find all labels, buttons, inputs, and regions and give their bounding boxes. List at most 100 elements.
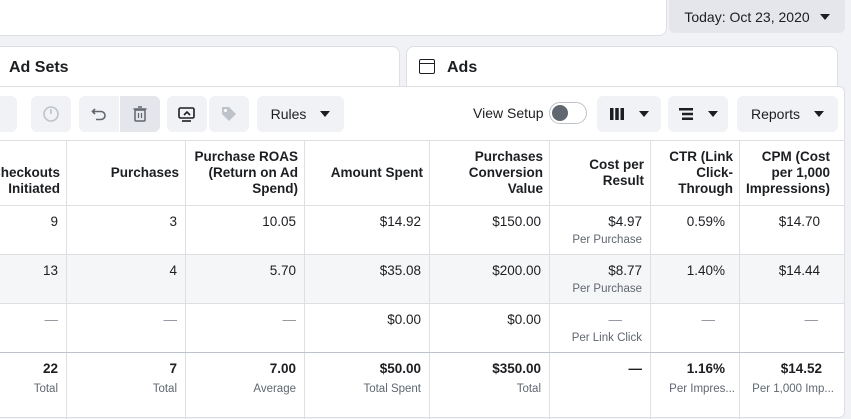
columns-button[interactable] xyxy=(597,96,661,132)
view-setup-label: View Setup xyxy=(473,105,544,121)
table-toolbar: et xyxy=(0,87,844,140)
ads-icon xyxy=(419,59,435,74)
checkouts-value: 9 xyxy=(50,214,58,229)
chevron-down-icon xyxy=(819,13,830,20)
chevron-down-icon xyxy=(708,111,718,117)
column-header-checkouts-initiated[interactable]: Checkouts Initiated xyxy=(0,141,67,205)
column-header-label: Purchases Conversion Value xyxy=(468,149,543,196)
undo-button[interactable] xyxy=(79,96,119,132)
ads-table-panel: et xyxy=(0,86,845,419)
reports-button-label: Reports xyxy=(750,106,801,122)
amount-spent-value: $35.08 xyxy=(379,263,421,278)
rules-button-label: Rules xyxy=(270,106,307,122)
roas-value: 5.70 xyxy=(269,263,296,278)
checkouts-total: 22 xyxy=(42,361,58,376)
purchases-total-label: Total xyxy=(152,383,177,395)
ctr-value: 1.40% xyxy=(686,263,725,278)
column-header-purchase-roas[interactable]: Purchase ROAS (Return on Ad Spend) xyxy=(186,141,305,205)
purchases-value: — xyxy=(163,312,178,327)
date-picker[interactable]: Today: Oct 23, 2020 xyxy=(669,0,845,33)
undo-icon xyxy=(91,108,106,121)
ads-table: Checkouts Initiated Purchases Purchase R… xyxy=(0,140,844,419)
table-row[interactable]: — — — $0.00 $0.00 — Per Link Click — — xyxy=(0,303,844,352)
checkouts-total-label: Total xyxy=(33,383,58,395)
column-header-label: CPM (Cost per 1,000 Impressions) xyxy=(745,149,830,196)
table-totals-row: 22 Total 7 Total 7.00 Average $50.00 Tot… xyxy=(0,352,844,419)
cost-per-result-value: — xyxy=(608,312,623,327)
cpm-total: $14.52 xyxy=(780,361,822,376)
ctr-total-label: Per Impres... xyxy=(669,383,735,395)
chevron-down-icon xyxy=(814,111,825,117)
cost-per-result-value: $8.77 xyxy=(608,263,642,278)
column-header-label: Amount Spent xyxy=(330,165,423,180)
roas-value: — xyxy=(282,312,297,327)
power-icon xyxy=(43,106,59,122)
amount-spent-value: $0.00 xyxy=(387,312,421,327)
cost-per-result-type: Per Link Click xyxy=(571,332,642,344)
search-box[interactable] xyxy=(0,0,667,36)
column-header-amount-spent[interactable]: Amount Spent xyxy=(305,141,430,205)
breakdown-button[interactable] xyxy=(668,96,728,132)
table-row[interactable]: 13 4 5.70 $35.08 $200.00 $8.77 Per Purch… xyxy=(0,254,844,303)
tag-button[interactable] xyxy=(209,96,249,132)
table-row[interactable]: 9 3 10.05 $14.92 $150.00 $4.97 Per Purch… xyxy=(0,205,844,254)
edit-button[interactable]: et xyxy=(0,96,17,132)
toggle-status-button[interactable] xyxy=(31,96,71,132)
cpm-value: $14.70 xyxy=(778,214,820,229)
amount-spent-total: $50.00 xyxy=(379,361,421,376)
cpm-value: — xyxy=(804,312,819,327)
table-header-row: Checkouts Initiated Purchases Purchase R… xyxy=(0,140,844,205)
column-header-purchases[interactable]: Purchases xyxy=(67,141,186,205)
cpm-value: $14.44 xyxy=(778,263,820,278)
chevron-down-icon xyxy=(639,111,649,117)
reports-button[interactable]: Reports xyxy=(737,96,838,132)
column-header-cost-per-result[interactable]: Cost per Result xyxy=(550,141,651,205)
conversion-value-total: $350.00 xyxy=(492,361,541,376)
column-header-cpm[interactable]: CPM (Cost per 1,000 Impressions) xyxy=(740,141,844,205)
toggle-knob xyxy=(552,105,568,121)
rules-button[interactable]: Rules xyxy=(257,96,344,132)
amount-spent-total-label: Total Spent xyxy=(363,383,421,395)
column-header-label: CTR (Link Click-Through xyxy=(669,149,733,196)
columns-icon xyxy=(610,108,624,120)
column-header-label: Purchases xyxy=(110,165,179,180)
cpm-total-label: Per 1,000 Imp... xyxy=(752,383,834,395)
column-header-label: Purchase ROAS (Return on Ad Spend) xyxy=(194,149,298,196)
purchases-total: 7 xyxy=(169,361,177,376)
conversion-value-value: $150.00 xyxy=(492,214,541,229)
cost-per-result-value: $4.97 xyxy=(608,214,642,229)
roas-total: 7.00 xyxy=(269,361,296,376)
amount-spent-value: $14.92 xyxy=(379,214,421,229)
view-setup-toggle[interactable] xyxy=(549,102,587,124)
roas-total-label: Average xyxy=(253,383,296,395)
column-header-label: Checkouts Initiated xyxy=(0,165,60,196)
conversion-value-total-label: Total xyxy=(516,383,541,395)
delete-button[interactable] xyxy=(120,96,160,132)
date-picker-label: Today: Oct 23, 2020 xyxy=(684,8,810,25)
breakdown-icon xyxy=(679,108,693,120)
column-header-ctr[interactable]: CTR (Link Click-Through xyxy=(651,141,740,205)
chevron-down-icon xyxy=(320,111,331,117)
duplicate-button[interactable] xyxy=(167,96,207,132)
cost-per-result-total: — xyxy=(628,361,643,376)
column-header-conversion-value[interactable]: Purchases Conversion Value xyxy=(430,141,550,205)
duplicate-icon xyxy=(178,107,195,122)
trash-icon xyxy=(133,106,147,122)
checkouts-value: 13 xyxy=(42,263,58,278)
column-header-label: Cost per Result xyxy=(589,157,644,188)
conversion-value-value: $200.00 xyxy=(492,263,541,278)
ctr-value: 0.59% xyxy=(686,214,725,229)
ctr-value: — xyxy=(701,312,716,327)
tab-ads-label: Ads xyxy=(447,59,478,76)
tab-ad-sets-label: Ad Sets xyxy=(9,59,69,76)
purchases-value: 3 xyxy=(169,214,177,229)
cost-per-result-type: Per Purchase xyxy=(572,283,642,295)
conversion-value-value: $0.00 xyxy=(507,312,541,327)
tag-icon xyxy=(222,107,236,121)
top-bar: Today: Oct 23, 2020 xyxy=(0,0,851,45)
roas-value: 10.05 xyxy=(262,214,296,229)
purchases-value: 4 xyxy=(169,263,177,278)
cost-per-result-type: Per Purchase xyxy=(572,234,642,246)
ctr-total: 1.16% xyxy=(686,361,725,376)
checkouts-value: — xyxy=(44,312,59,327)
